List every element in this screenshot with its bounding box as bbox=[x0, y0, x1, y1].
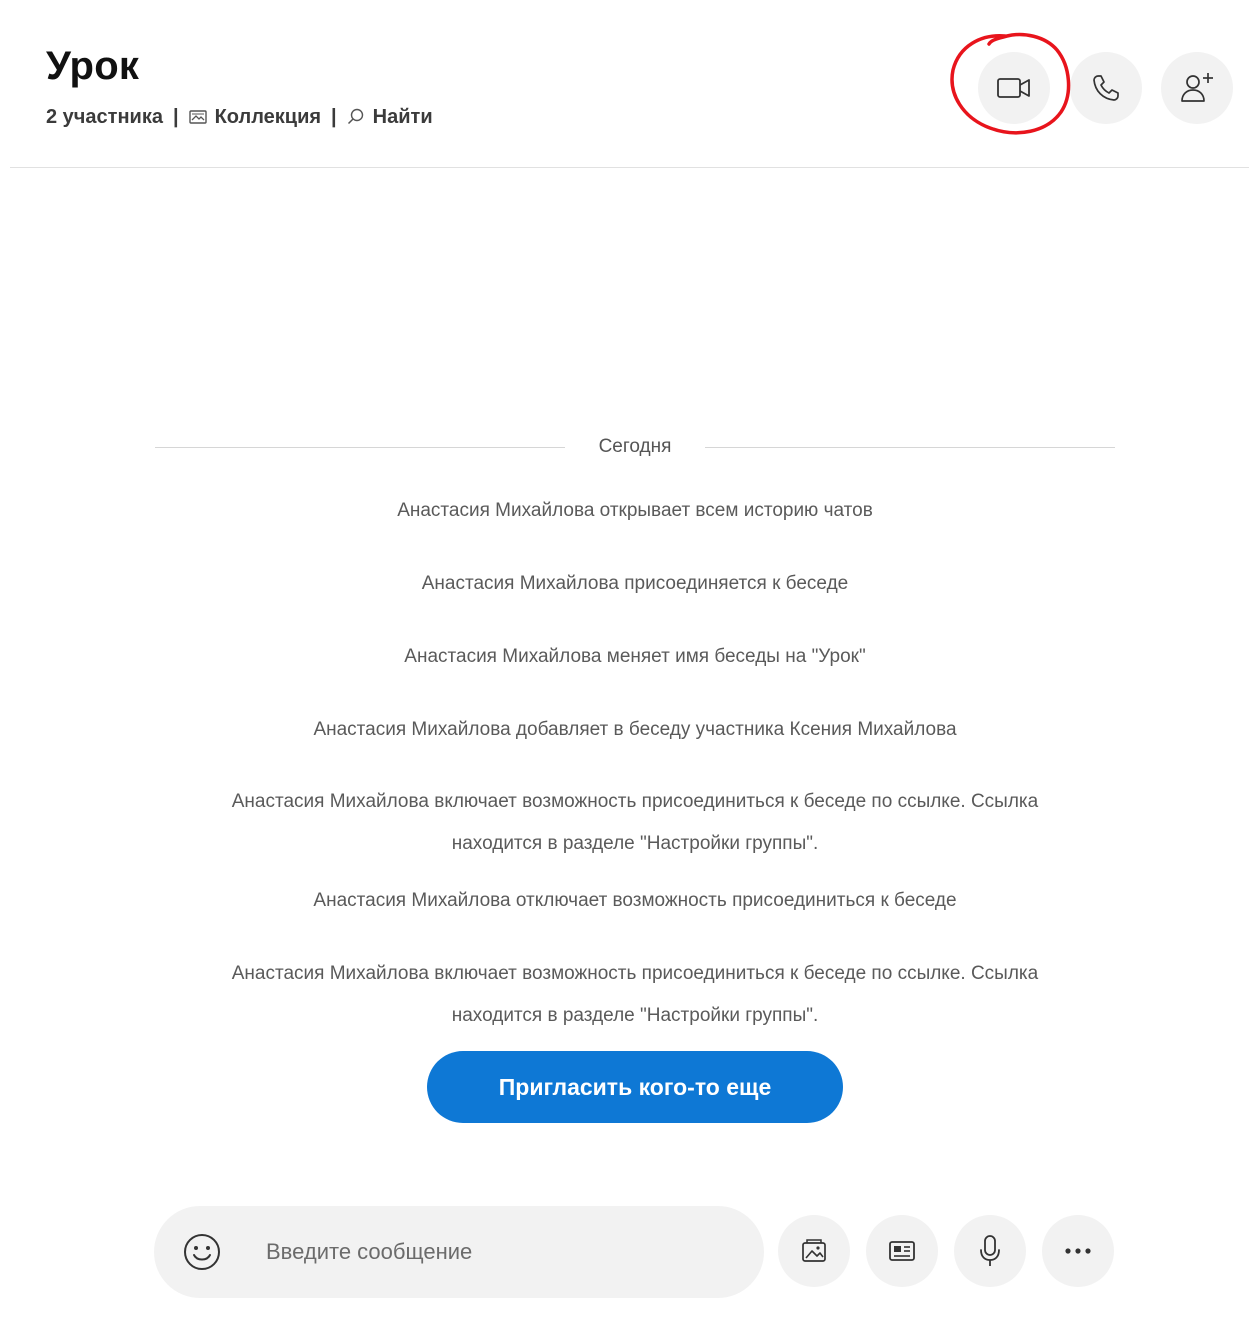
find-link[interactable]: Найти bbox=[347, 106, 433, 129]
date-label: Сегодня bbox=[598, 436, 672, 457]
video-call-button[interactable] bbox=[978, 52, 1050, 124]
divider-line bbox=[705, 447, 1115, 448]
system-message: Анастасия Михайлова присоединяется к бес… bbox=[421, 573, 849, 594]
system-message: Анастасия Михайлова добавляет в беседу у… bbox=[313, 719, 957, 740]
gallery-icon bbox=[188, 110, 207, 124]
microphone-icon bbox=[980, 1235, 1000, 1266]
more-options-button[interactable] bbox=[1042, 1215, 1114, 1287]
microphone-button[interactable] bbox=[954, 1215, 1026, 1287]
contact-card-icon bbox=[889, 1241, 915, 1261]
system-message: Анастасия Михайлова открывает всем истор… bbox=[397, 500, 873, 521]
add-participant-button[interactable] bbox=[1161, 52, 1233, 124]
audio-call-button[interactable] bbox=[1070, 52, 1142, 124]
date-divider: Сегодня bbox=[155, 436, 1115, 460]
more-icon bbox=[1065, 1248, 1091, 1254]
divider-line bbox=[155, 447, 565, 448]
system-message: находится в разделе "Настройки группы". bbox=[451, 1005, 819, 1026]
smiley-icon[interactable] bbox=[180, 1230, 224, 1274]
find-label: Найти bbox=[372, 105, 433, 128]
phone-icon bbox=[1093, 75, 1119, 101]
contact-card-button[interactable] bbox=[866, 1215, 938, 1287]
person-add-icon bbox=[1181, 73, 1213, 102]
invite-button[interactable]: Пригласить кого-то еще bbox=[427, 1051, 843, 1123]
collection-label: Коллекция bbox=[214, 105, 322, 128]
chat-window: Урок 2 участника | Коллекция | Найти Сег… bbox=[0, 0, 1249, 1327]
participants-count[interactable]: 2 участника bbox=[46, 106, 163, 129]
media-gallery-icon bbox=[802, 1239, 826, 1262]
video-camera-icon bbox=[997, 78, 1030, 98]
separator: | bbox=[331, 105, 337, 128]
conversation-title: Урок bbox=[46, 44, 140, 88]
system-message: Анастасия Михайлова включает возможность… bbox=[231, 791, 1039, 812]
media-gallery-button[interactable] bbox=[778, 1215, 850, 1287]
conversation-subline: 2 участника | Коллекция | Найти bbox=[46, 104, 433, 130]
conversation-header: Урок 2 участника | Коллекция | Найти bbox=[0, 0, 1249, 168]
message-input[interactable] bbox=[266, 1232, 736, 1272]
system-message: Анастасия Михайлова включает возможность… bbox=[231, 963, 1039, 984]
system-message: Анастасия Михайлова меняет имя беседы на… bbox=[404, 646, 866, 667]
system-message: Анастасия Михайлова отключает возможност… bbox=[313, 890, 957, 911]
header-divider bbox=[10, 167, 1249, 168]
separator: | bbox=[172, 105, 179, 128]
collection-link[interactable]: Коллекция bbox=[188, 105, 322, 129]
search-icon bbox=[347, 108, 363, 125]
message-composer bbox=[154, 1206, 764, 1298]
system-message: находится в разделе "Настройки группы". bbox=[451, 833, 819, 854]
